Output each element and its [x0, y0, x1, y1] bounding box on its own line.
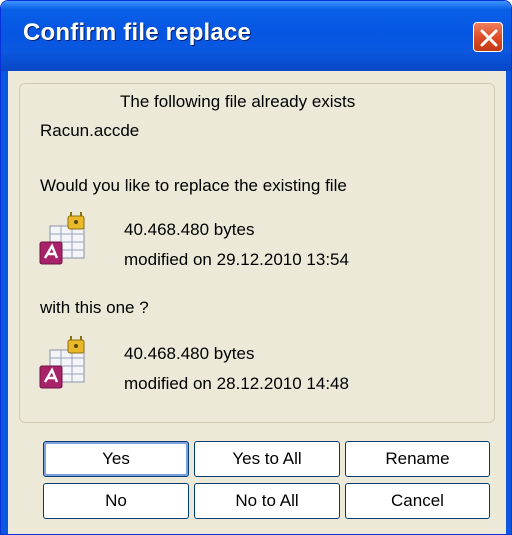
access-database-icon	[39, 336, 85, 389]
close-icon	[480, 29, 498, 47]
yes-button[interactable]: Yes	[43, 441, 189, 477]
existing-file-modified: modified on 29.12.2010 13:54	[124, 250, 349, 269]
message-panel: The following file already exists Racun.…	[19, 83, 495, 423]
exists-message: The following file already exists	[120, 92, 356, 111]
confirm-file-replace-dialog: Confirm file replace The following file …	[0, 0, 512, 535]
cancel-button[interactable]: Cancel	[345, 483, 490, 519]
access-database-icon	[39, 212, 85, 265]
with-label: with this one ?	[40, 298, 149, 317]
replace-question: Would you like to replace the existing f…	[40, 176, 347, 195]
title-bar[interactable]: Confirm file replace	[1, 1, 511, 71]
window-frame-left	[1, 71, 8, 534]
close-button[interactable]	[473, 22, 503, 52]
window-frame-right	[506, 71, 511, 534]
existing-file-size: 40.468.480 bytes	[124, 220, 255, 239]
new-file-size: 40.468.480 bytes	[124, 344, 255, 363]
file-name: Racun.accde	[40, 121, 140, 140]
rename-button[interactable]: Rename	[345, 441, 490, 477]
new-file-modified: modified on 28.12.2010 14:48	[124, 374, 349, 393]
yes-to-all-button[interactable]: Yes to All	[194, 441, 340, 477]
no-to-all-button[interactable]: No to All	[194, 483, 340, 519]
no-button[interactable]: No	[43, 483, 189, 519]
window-title: Confirm file replace	[23, 19, 252, 46]
